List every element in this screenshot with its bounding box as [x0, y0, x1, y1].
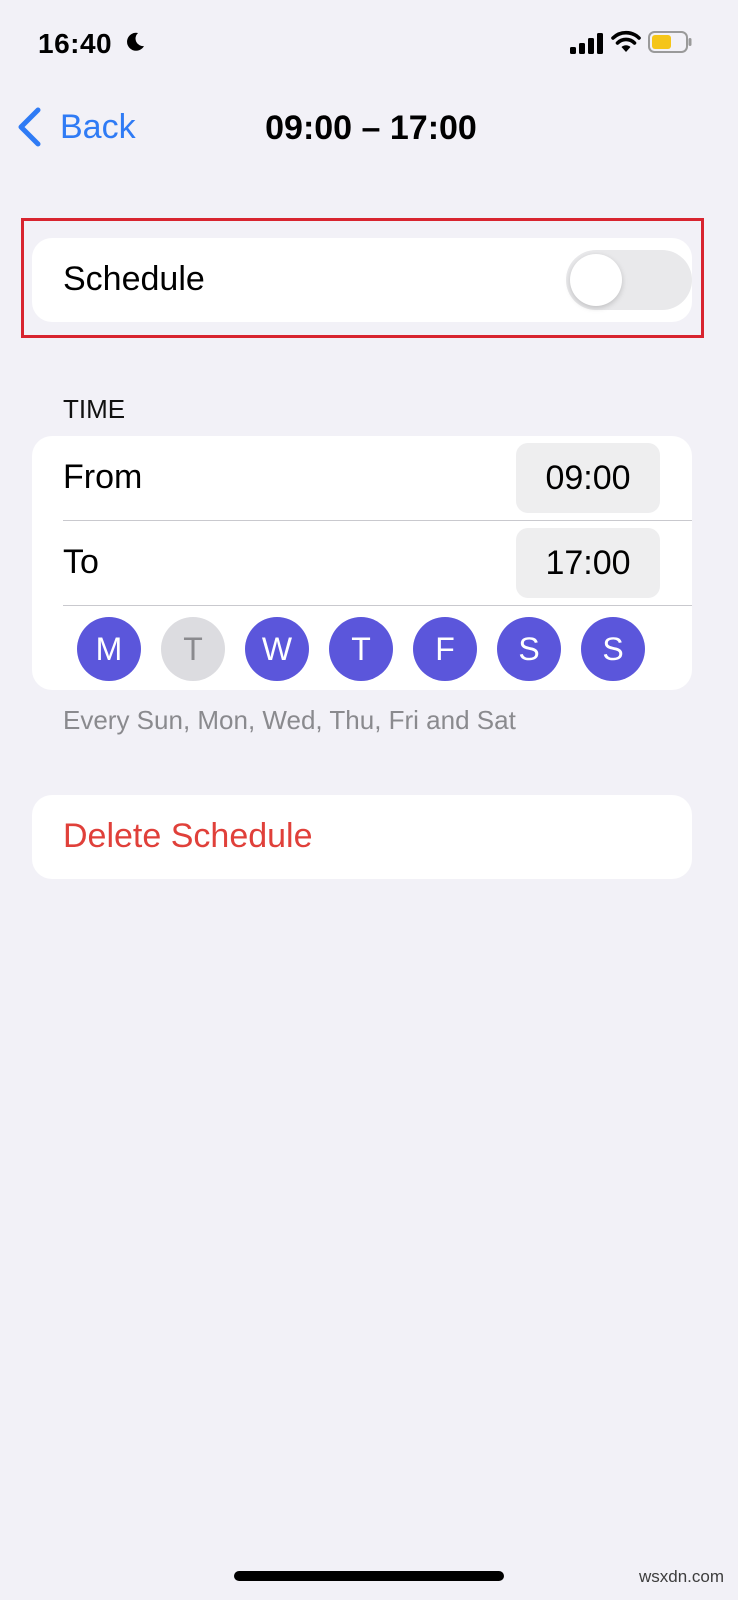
time-section-header: TIME	[63, 394, 126, 424]
to-row: To 17:00	[32, 521, 692, 605]
day-selector: M T W T F S S	[77, 617, 657, 681]
wifi-icon	[611, 30, 641, 52]
to-label: To	[63, 543, 99, 581]
from-label: From	[63, 458, 143, 496]
status-time: 16:40	[38, 28, 113, 59]
signal-icon	[570, 33, 603, 54]
day-monday[interactable]: M	[77, 617, 141, 681]
day-sunday[interactable]: S	[581, 617, 645, 681]
time-card: From 09:00 To 17:00 M T W T F S S	[32, 436, 692, 690]
delete-schedule-label: Delete Schedule	[63, 817, 313, 855]
delete-schedule-button[interactable]: Delete Schedule	[32, 795, 692, 879]
from-time-picker[interactable]: 09:00	[516, 443, 660, 513]
highlight-box	[21, 218, 704, 338]
from-row: From 09:00	[32, 436, 692, 520]
divider	[63, 605, 692, 606]
day-saturday[interactable]: S	[497, 617, 561, 681]
page-title: 09:00 – 17:00	[265, 109, 477, 147]
status-bar: 16:40	[0, 0, 738, 90]
days-summary: Every Sun, Mon, Wed, Thu, Fri and Sat	[63, 705, 516, 735]
navigation-bar: Back 09:00 – 17:00	[0, 95, 738, 159]
watermark: wsxdn.com	[638, 1567, 724, 1586]
home-indicator[interactable]	[234, 1571, 504, 1581]
to-time-picker[interactable]: 17:00	[516, 528, 660, 598]
day-tuesday[interactable]: T	[161, 617, 225, 681]
day-friday[interactable]: F	[413, 617, 477, 681]
battery-icon	[648, 31, 692, 53]
day-wednesday[interactable]: W	[245, 617, 309, 681]
moon-icon	[127, 32, 144, 51]
day-thursday[interactable]: T	[329, 617, 393, 681]
